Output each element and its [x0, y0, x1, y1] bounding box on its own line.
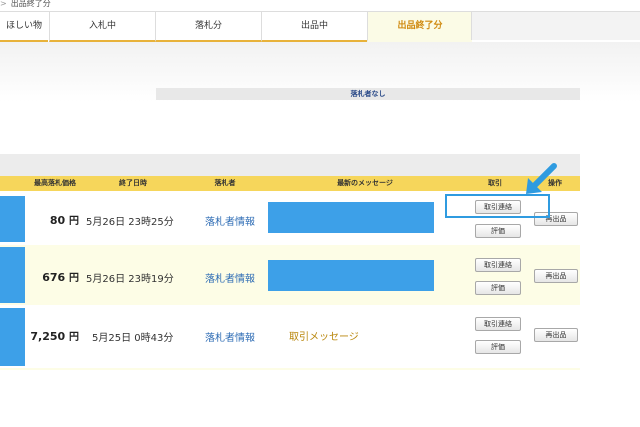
tab-bidding[interactable]: 入札中 [49, 12, 155, 42]
item-thumbnail[interactable] [0, 196, 25, 242]
price: 7,250 円 [30, 330, 79, 343]
relist-button[interactable]: 再出品 [534, 269, 578, 283]
no-winner-notice: 落札者なし [156, 88, 580, 100]
section-bar [0, 154, 580, 176]
header-transaction: 取引 [488, 179, 502, 187]
winner-info-link[interactable]: 落札者情報 [200, 213, 260, 228]
tab-ended[interactable]: 出品終了分 [367, 12, 472, 42]
table-row: 676 円 5月26日 23時19分 落札者情報 取引連絡 評価 再出品 [0, 245, 580, 305]
pointer-arrow-icon [526, 163, 557, 194]
header-end-datetime: 終了日時 [119, 179, 147, 187]
tab-bar: ほしい物 入札中 落札分 出品中 出品終了分 [0, 11, 640, 42]
tab-selling[interactable]: 出品中 [261, 12, 367, 42]
header-winner: 落札者 [214, 179, 236, 187]
contact-button[interactable]: 取引連絡 [475, 317, 521, 331]
price: 80 円 [49, 214, 79, 227]
winner-info-link[interactable]: 落札者情報 [200, 270, 260, 285]
item-thumbnail[interactable] [0, 308, 25, 366]
contact-button[interactable]: 取引連絡 [475, 258, 521, 272]
price: 676 円 [42, 271, 79, 284]
latest-message-redacted [268, 202, 434, 233]
table-row: 7,250 円 5月25日 0時43分 落札者情報 取引メッセージ 取引連絡 評… [0, 306, 580, 368]
latest-message-redacted [268, 260, 434, 291]
relist-button[interactable]: 再出品 [534, 328, 578, 342]
tab-won[interactable]: 落札分 [155, 12, 261, 42]
end-datetime: 5月25日 0時43分 [92, 333, 174, 344]
breadcrumb: > 出品終了分 [0, 0, 51, 8]
rate-button[interactable]: 評価 [475, 340, 521, 354]
rate-button[interactable]: 評価 [475, 224, 521, 238]
header-highest-price: 最高落札価格 [34, 179, 76, 187]
tab-wishlist[interactable]: ほしい物 [0, 12, 48, 42]
rate-button[interactable]: 評価 [475, 281, 521, 295]
tab-bar-filler [471, 12, 640, 40]
winner-info-link[interactable]: 落札者情報 [200, 329, 260, 344]
end-datetime: 5月26日 23時25分 [86, 217, 174, 228]
end-datetime: 5月26日 23時19分 [86, 274, 174, 285]
chevron-right-icon: > [0, 0, 7, 8]
transaction-message-link[interactable]: 取引メッセージ [289, 328, 359, 343]
item-thumbnail[interactable] [0, 247, 25, 303]
table-header: 最高落札価格 終了日時 落札者 最新のメッセージ 取引 操作 [0, 176, 580, 191]
table-bottom [0, 368, 580, 370]
header-latest-message: 最新のメッセージ [337, 179, 393, 187]
